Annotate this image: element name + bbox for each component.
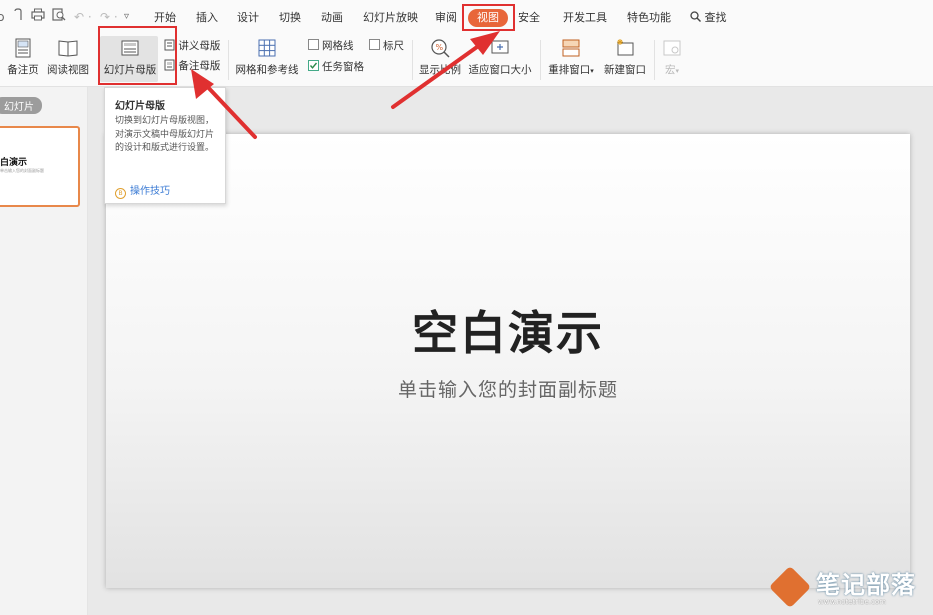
gridlines-checkbox-box[interactable] [308,39,319,50]
ribbon-separator [412,40,413,80]
slide-thumbnail-1[interactable]: 白演示 单击输入您的封面副标题 [0,126,80,207]
dropdown-arrow-icon: ▾ [590,67,594,75]
watermark-name: 笔记部落 [816,571,916,599]
tooltip-body: 切换到幻灯片母版视图，对演示文稿中母版幻灯片的设计和版式进行设置。 [115,116,215,153]
ribbon-separator [654,40,655,80]
arrange-windows-label: 重排窗口 [548,64,591,76]
notes-master-label: 备注母版 [178,60,221,72]
handout-master-label: 讲义母版 [178,40,221,52]
tab-slideshow[interactable]: 幻灯片放映 [363,9,418,27]
new-window-label: 新建窗口 [604,64,646,76]
print-icon[interactable] [31,8,45,26]
tooltip-title: 幻灯片母版 [115,101,165,112]
ruler-checkbox-box[interactable] [369,39,380,50]
slide-canvas[interactable]: 空白演示 单击输入您的封面副标题 [106,134,910,588]
arrange-windows-icon [562,39,580,57]
checkmark-icon [309,62,318,69]
watermark-logo-icon [768,565,812,609]
task-pane-checkbox[interactable]: 任务窗格 [308,60,364,74]
zoom-icon: % [431,39,450,58]
search-icon [690,11,701,22]
tab-design[interactable]: 设计 [237,9,259,27]
tab-special-features[interactable]: 特色功能 [627,9,671,27]
slide-master-tooltip: 幻灯片母版 切换到幻灯片母版视图，对演示文稿中母版幻灯片的设计和版式进行设置。 … [104,87,226,204]
tab-developer[interactable]: 开发工具 [563,9,607,27]
zoom-label: 显示比例 [419,64,461,76]
fit-window-icon [491,40,509,54]
undo-icon[interactable]: ↶ · [74,8,92,26]
thumbnail-title: 白演示 [0,158,28,168]
slide-title-placeholder[interactable]: 空白演示 [106,297,910,363]
tab-security[interactable]: 安全 [518,9,540,27]
slide-subtitle-placeholder[interactable]: 单击输入您的封面副标题 [106,375,910,402]
tab-review[interactable]: 审阅 [435,9,457,27]
annotation-box-slide-master [98,26,177,85]
task-pane-label: 任务窗格 [322,61,364,73]
notes-page-icon [15,38,31,58]
svg-text:%: % [436,43,444,52]
new-window-icon [617,39,634,56]
grid-guides-button[interactable]: 网格和参考线 [234,38,300,77]
reading-view-label: 阅读视图 [47,64,89,76]
macro-label: 宏 [664,64,676,76]
fit-window-button[interactable]: 适应窗口大小 [467,38,533,77]
notes-page-button[interactable]: 备注页 [4,38,42,77]
macro-icon [663,40,681,56]
search-button[interactable]: 查找 [690,9,727,27]
notes-page-label: 备注页 [7,64,39,76]
ribbon-separator [540,40,541,80]
print-preview-icon[interactable] [52,8,66,26]
arrange-windows-button[interactable]: 重排窗口▾ [545,38,597,77]
ruler-label: 标尺 [383,40,404,52]
tips-link-label: 操作技巧 [130,186,170,197]
task-pane-checkbox-box[interactable] [308,60,319,71]
redo-partial-icon[interactable]: ᴐ [0,8,5,26]
tab-home[interactable]: 开始 [154,9,176,27]
slides-tab[interactable]: 幻灯片 [0,97,42,114]
redo-icon[interactable]: ↷ · [100,8,118,26]
slide-thumbnail-panel: 幻灯片 白演示 单击输入您的封面副标题 [0,87,88,615]
gridlines-checkbox[interactable]: 网格线 [308,39,354,53]
tips-icon: B [115,188,126,199]
search-label: 查找 [704,11,727,24]
tab-insert[interactable]: 插入 [196,9,218,27]
ruler-checkbox[interactable]: 标尺 [369,39,404,53]
thumbnail-subtitle: 单击输入您的封面副标题 [0,168,44,173]
watermark: 笔记部落 www.notetribe.com [768,565,933,615]
customize-toolbar-icon[interactable]: ▿ [124,8,129,26]
zoom-button[interactable]: % 显示比例 [418,38,462,77]
grid-icon [258,39,276,57]
watermark-url: www.notetribe.com [818,598,887,606]
macro-button[interactable]: 宏▾ [658,38,686,77]
ribbon-separator [228,40,229,80]
paste-icon[interactable] [12,8,25,26]
reading-view-button[interactable]: 阅读视图 [46,38,90,77]
new-window-button[interactable]: 新建窗口 [602,38,648,77]
tab-animations[interactable]: 动画 [321,9,343,27]
gridlines-label: 网格线 [322,40,354,52]
reading-view-icon [58,40,78,57]
grid-guides-label: 网格和参考线 [235,64,299,76]
annotation-box-view-tab [462,4,515,31]
tab-transitions[interactable]: 切换 [279,9,301,27]
fit-window-label: 适应窗口大小 [468,64,532,76]
tooltip-tips-link[interactable]: B 操作技巧 [115,182,170,199]
dropdown-arrow-icon: ▾ [675,67,679,75]
